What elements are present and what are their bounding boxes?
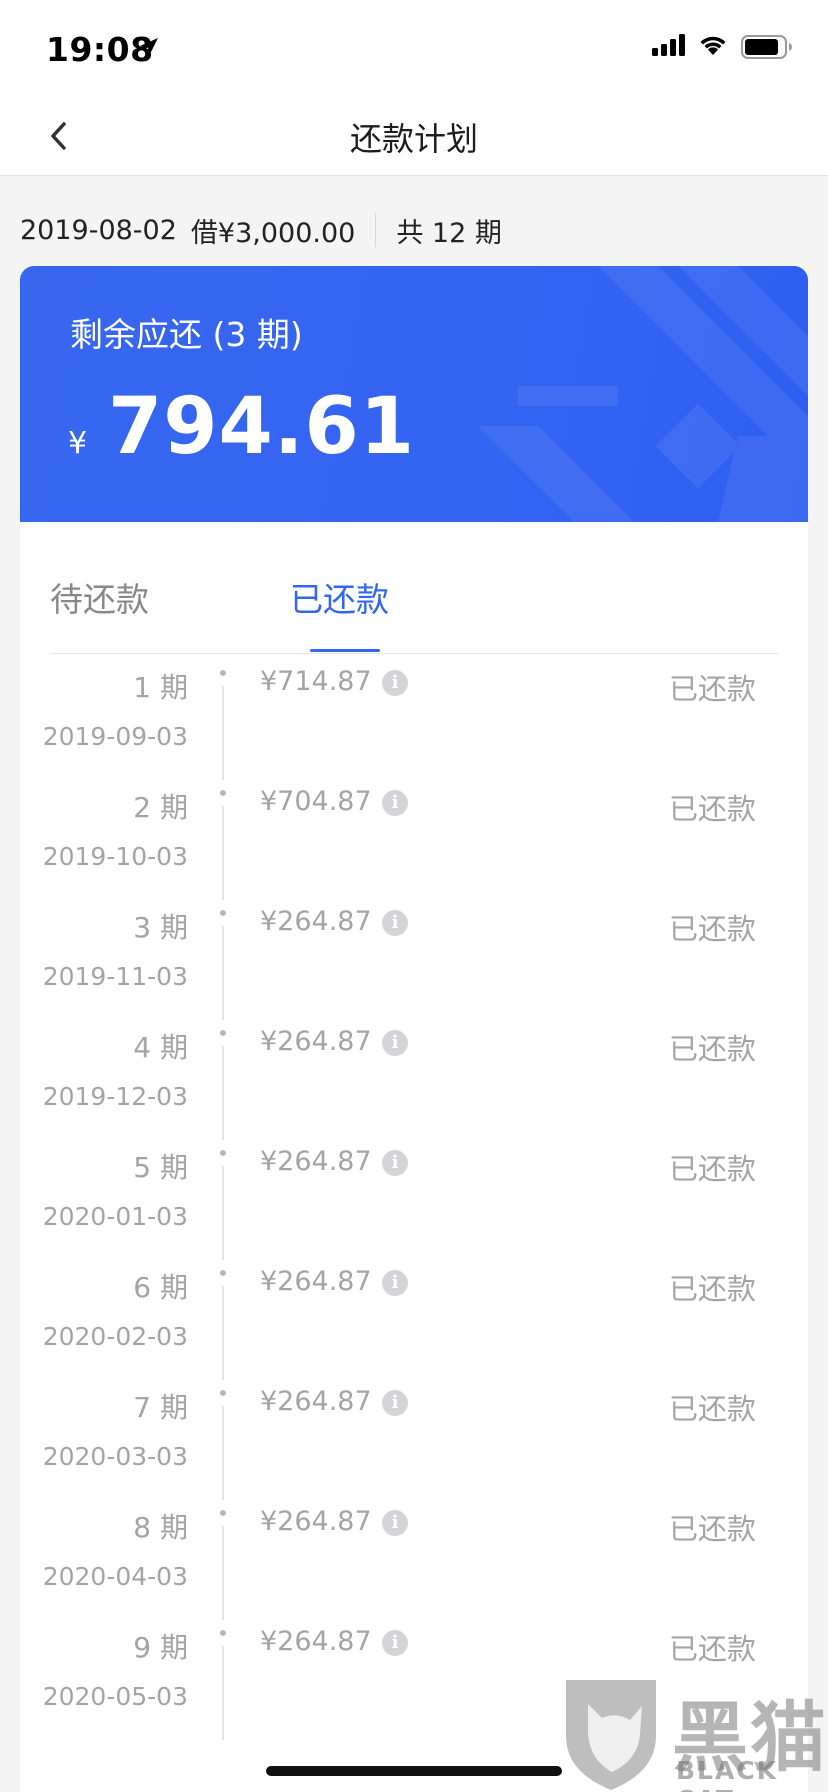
black-cat-logo-icon [566, 1680, 656, 1790]
info-icon[interactable]: i [382, 1630, 408, 1656]
home-indicator[interactable] [266, 1766, 562, 1776]
timeline-line [222, 1526, 224, 1620]
installment-row[interactable]: 6 期 2020-02-03 ¥264.87 i 已还款 [20, 1260, 808, 1380]
timeline-line [222, 686, 224, 780]
installment-due-date: 2019-09-03 [42, 722, 188, 751]
info-icon[interactable]: i [382, 1150, 408, 1176]
info-icon[interactable]: i [382, 1030, 408, 1056]
installment-period: 9 期 [133, 1631, 188, 1664]
installment-due-date: 2020-04-03 [42, 1562, 188, 1591]
installment-due-date: 2019-10-03 [42, 842, 188, 871]
installment-amount: ¥714.87 [260, 666, 372, 697]
installment-due-date: 2020-03-03 [42, 1442, 188, 1471]
installment-due-date: 2020-01-03 [42, 1202, 188, 1231]
installment-row[interactable]: 1 期 2019-09-03 ¥714.87 i 已还款 [20, 660, 808, 780]
installment-period: 7 期 [133, 1391, 188, 1424]
timeline-dot [220, 1510, 226, 1516]
installment-amount: ¥264.87 [260, 1026, 372, 1057]
installment-status: 已还款 [668, 912, 756, 946]
loan-amount: 借¥3,000.00 [190, 217, 356, 249]
watermark: 黑猫 BLACK CAT [556, 1676, 828, 1792]
installment-amount: ¥264.87 [260, 1266, 372, 1297]
installment-row[interactable]: 8 期 2020-04-03 ¥264.87 i 已还款 [20, 1500, 808, 1620]
installment-status: 已还款 [668, 1152, 756, 1186]
timeline-line [222, 1046, 224, 1140]
loan-summary: 2019-08-02 借¥3,000.00 共 12 期 [20, 210, 502, 250]
installment-amount: ¥264.87 [260, 906, 372, 937]
installment-row[interactable]: 3 期 2019-11-03 ¥264.87 i 已还款 [20, 900, 808, 1020]
timeline-dot [220, 1150, 226, 1156]
installment-row[interactable]: 2 期 2019-10-03 ¥704.87 i 已还款 [20, 780, 808, 900]
installment-status: 已还款 [668, 1512, 756, 1546]
status-bar: 19:08 [0, 0, 828, 96]
installment-amount: ¥264.87 [260, 1146, 372, 1177]
tab-pending[interactable]: 待还款 [50, 573, 149, 621]
installment-due-date: 2019-12-03 [42, 1082, 188, 1111]
location-arrow-icon [140, 38, 158, 56]
installment-due-date: 2020-05-03 [42, 1682, 188, 1711]
page-title: 还款计划 [349, 120, 478, 158]
navigation-bar: 还款计划 [0, 96, 828, 176]
timeline-dot [220, 1270, 226, 1276]
timeline-line [222, 806, 224, 900]
installment-row[interactable]: 7 期 2020-03-03 ¥264.87 i 已还款 [20, 1380, 808, 1500]
timeline-dot [220, 1030, 226, 1036]
cellular-signal-icon [652, 34, 685, 56]
timeline-dot [220, 1630, 226, 1636]
installment-row[interactable]: 5 期 2020-01-03 ¥264.87 i 已还款 [20, 1140, 808, 1260]
remaining-balance-banner: 剩余应还 (3 期) ¥ 794.61 [20, 266, 808, 522]
timeline-line [222, 926, 224, 1020]
installment-status: 已还款 [668, 792, 756, 826]
installment-period: 8 期 [133, 1511, 188, 1544]
loan-date: 2019-08-02 [20, 214, 177, 246]
tab-paid[interactable]: 已还款 [290, 573, 389, 621]
active-tab-indicator [310, 649, 380, 652]
currency-symbol: ¥ [68, 426, 88, 461]
timeline-line [222, 1286, 224, 1380]
info-icon[interactable]: i [382, 910, 408, 936]
info-icon[interactable]: i [382, 1510, 408, 1536]
tab-divider [50, 653, 778, 654]
installment-period: 6 期 [133, 1271, 188, 1304]
timeline-dot [220, 790, 226, 796]
watermark-english-text: BLACK CAT [676, 1756, 779, 1792]
installment-status: 已还款 [668, 1392, 756, 1426]
timeline-line [222, 1646, 224, 1740]
installment-amount: ¥264.87 [260, 1626, 372, 1657]
installment-period: 4 期 [133, 1031, 188, 1064]
installment-status: 已还款 [668, 1632, 756, 1666]
wifi-icon [700, 36, 726, 55]
repayment-card: 剩余应还 (3 期) ¥ 794.61 待还款 已还款 1 期 2019-09-0… [20, 266, 808, 1792]
installment-period: 3 期 [133, 911, 188, 944]
remaining-amount: 794.61 [108, 382, 415, 472]
info-icon[interactable]: i [382, 670, 408, 696]
remaining-label: 剩余应还 (3 期) [70, 315, 303, 354]
installment-period: 1 期 [133, 671, 188, 704]
installment-period: 2 期 [133, 791, 188, 824]
info-icon[interactable]: i [382, 1390, 408, 1416]
installment-status: 已还款 [668, 1272, 756, 1306]
timeline-line [222, 1406, 224, 1500]
loan-total-periods: 共 12 期 [396, 217, 502, 249]
installment-status: 已还款 [668, 672, 756, 706]
loan-summary-divider [375, 213, 377, 247]
installment-due-date: 2020-02-03 [42, 1322, 188, 1351]
installment-amount: ¥264.87 [260, 1506, 372, 1537]
installment-amount: ¥704.87 [260, 786, 372, 817]
timeline-dot [220, 670, 226, 676]
timeline-dot [220, 1390, 226, 1396]
installment-amount: ¥264.87 [260, 1386, 372, 1417]
info-icon[interactable]: i [382, 790, 408, 816]
installment-row[interactable]: 4 期 2019-12-03 ¥264.87 i 已还款 [20, 1020, 808, 1140]
timeline-dot [220, 910, 226, 916]
banner-decoration-pattern [478, 266, 808, 522]
installment-period: 5 期 [133, 1151, 188, 1184]
installment-due-date: 2019-11-03 [42, 962, 188, 991]
installment-status: 已还款 [668, 1032, 756, 1066]
timeline-line [222, 1166, 224, 1260]
info-icon[interactable]: i [382, 1270, 408, 1296]
battery-icon [741, 35, 792, 59]
